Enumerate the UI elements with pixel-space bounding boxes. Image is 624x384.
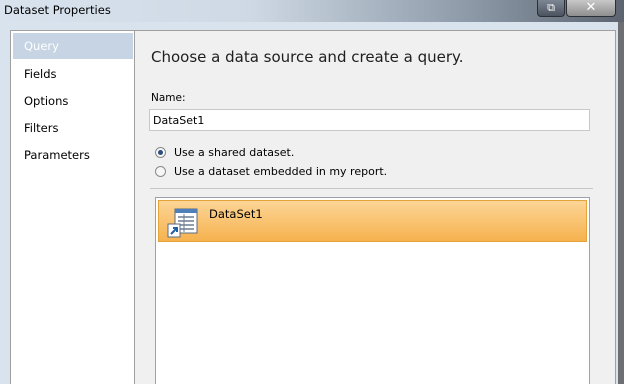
dataset-label: DataSet1 — [209, 207, 263, 221]
radio-button-embedded[interactable] — [155, 166, 166, 177]
sidebar-item-parameters[interactable]: Parameters — [13, 142, 133, 168]
sidebar-item-label: Parameters — [24, 148, 90, 162]
shared-dataset-list[interactable]: DataSet1 — [155, 197, 590, 384]
close-icon: ✕ — [585, 0, 597, 15]
page-title: Choose a data source and create a query. — [151, 48, 464, 66]
sidebar-item-label: Query — [24, 39, 59, 53]
list-item[interactable]: DataSet1 — [158, 200, 587, 242]
sidebar-item-options[interactable]: Options — [13, 88, 133, 114]
name-label: Name: — [151, 92, 186, 104]
name-field[interactable] — [149, 109, 590, 131]
restore-button[interactable]: ⧉ — [537, 0, 565, 17]
divider — [150, 188, 593, 189]
radio-label-shared: Use a shared dataset. — [174, 146, 295, 159]
shared-dataset-icon — [167, 208, 198, 238]
radio-button-shared[interactable] — [155, 147, 166, 158]
sidebar-item-label: Options — [24, 94, 69, 108]
sidebar-item-label: Filters — [24, 121, 59, 135]
sidebar: Query Fields Options Filters Parameters — [10, 30, 135, 384]
window-title: Dataset Properties — [4, 3, 111, 17]
radio-label-embedded: Use a dataset embedded in my report. — [174, 165, 388, 178]
title-bar: Dataset Properties ⧉ ✕ — [0, 0, 624, 22]
restore-icon: ⧉ — [547, 1, 555, 14]
sidebar-item-label: Fields — [24, 67, 57, 81]
close-button[interactable]: ✕ — [566, 0, 616, 17]
sidebar-item-fields[interactable]: Fields — [13, 61, 133, 87]
sidebar-item-filters[interactable]: Filters — [13, 115, 133, 141]
sidebar-item-query[interactable]: Query — [13, 33, 133, 59]
